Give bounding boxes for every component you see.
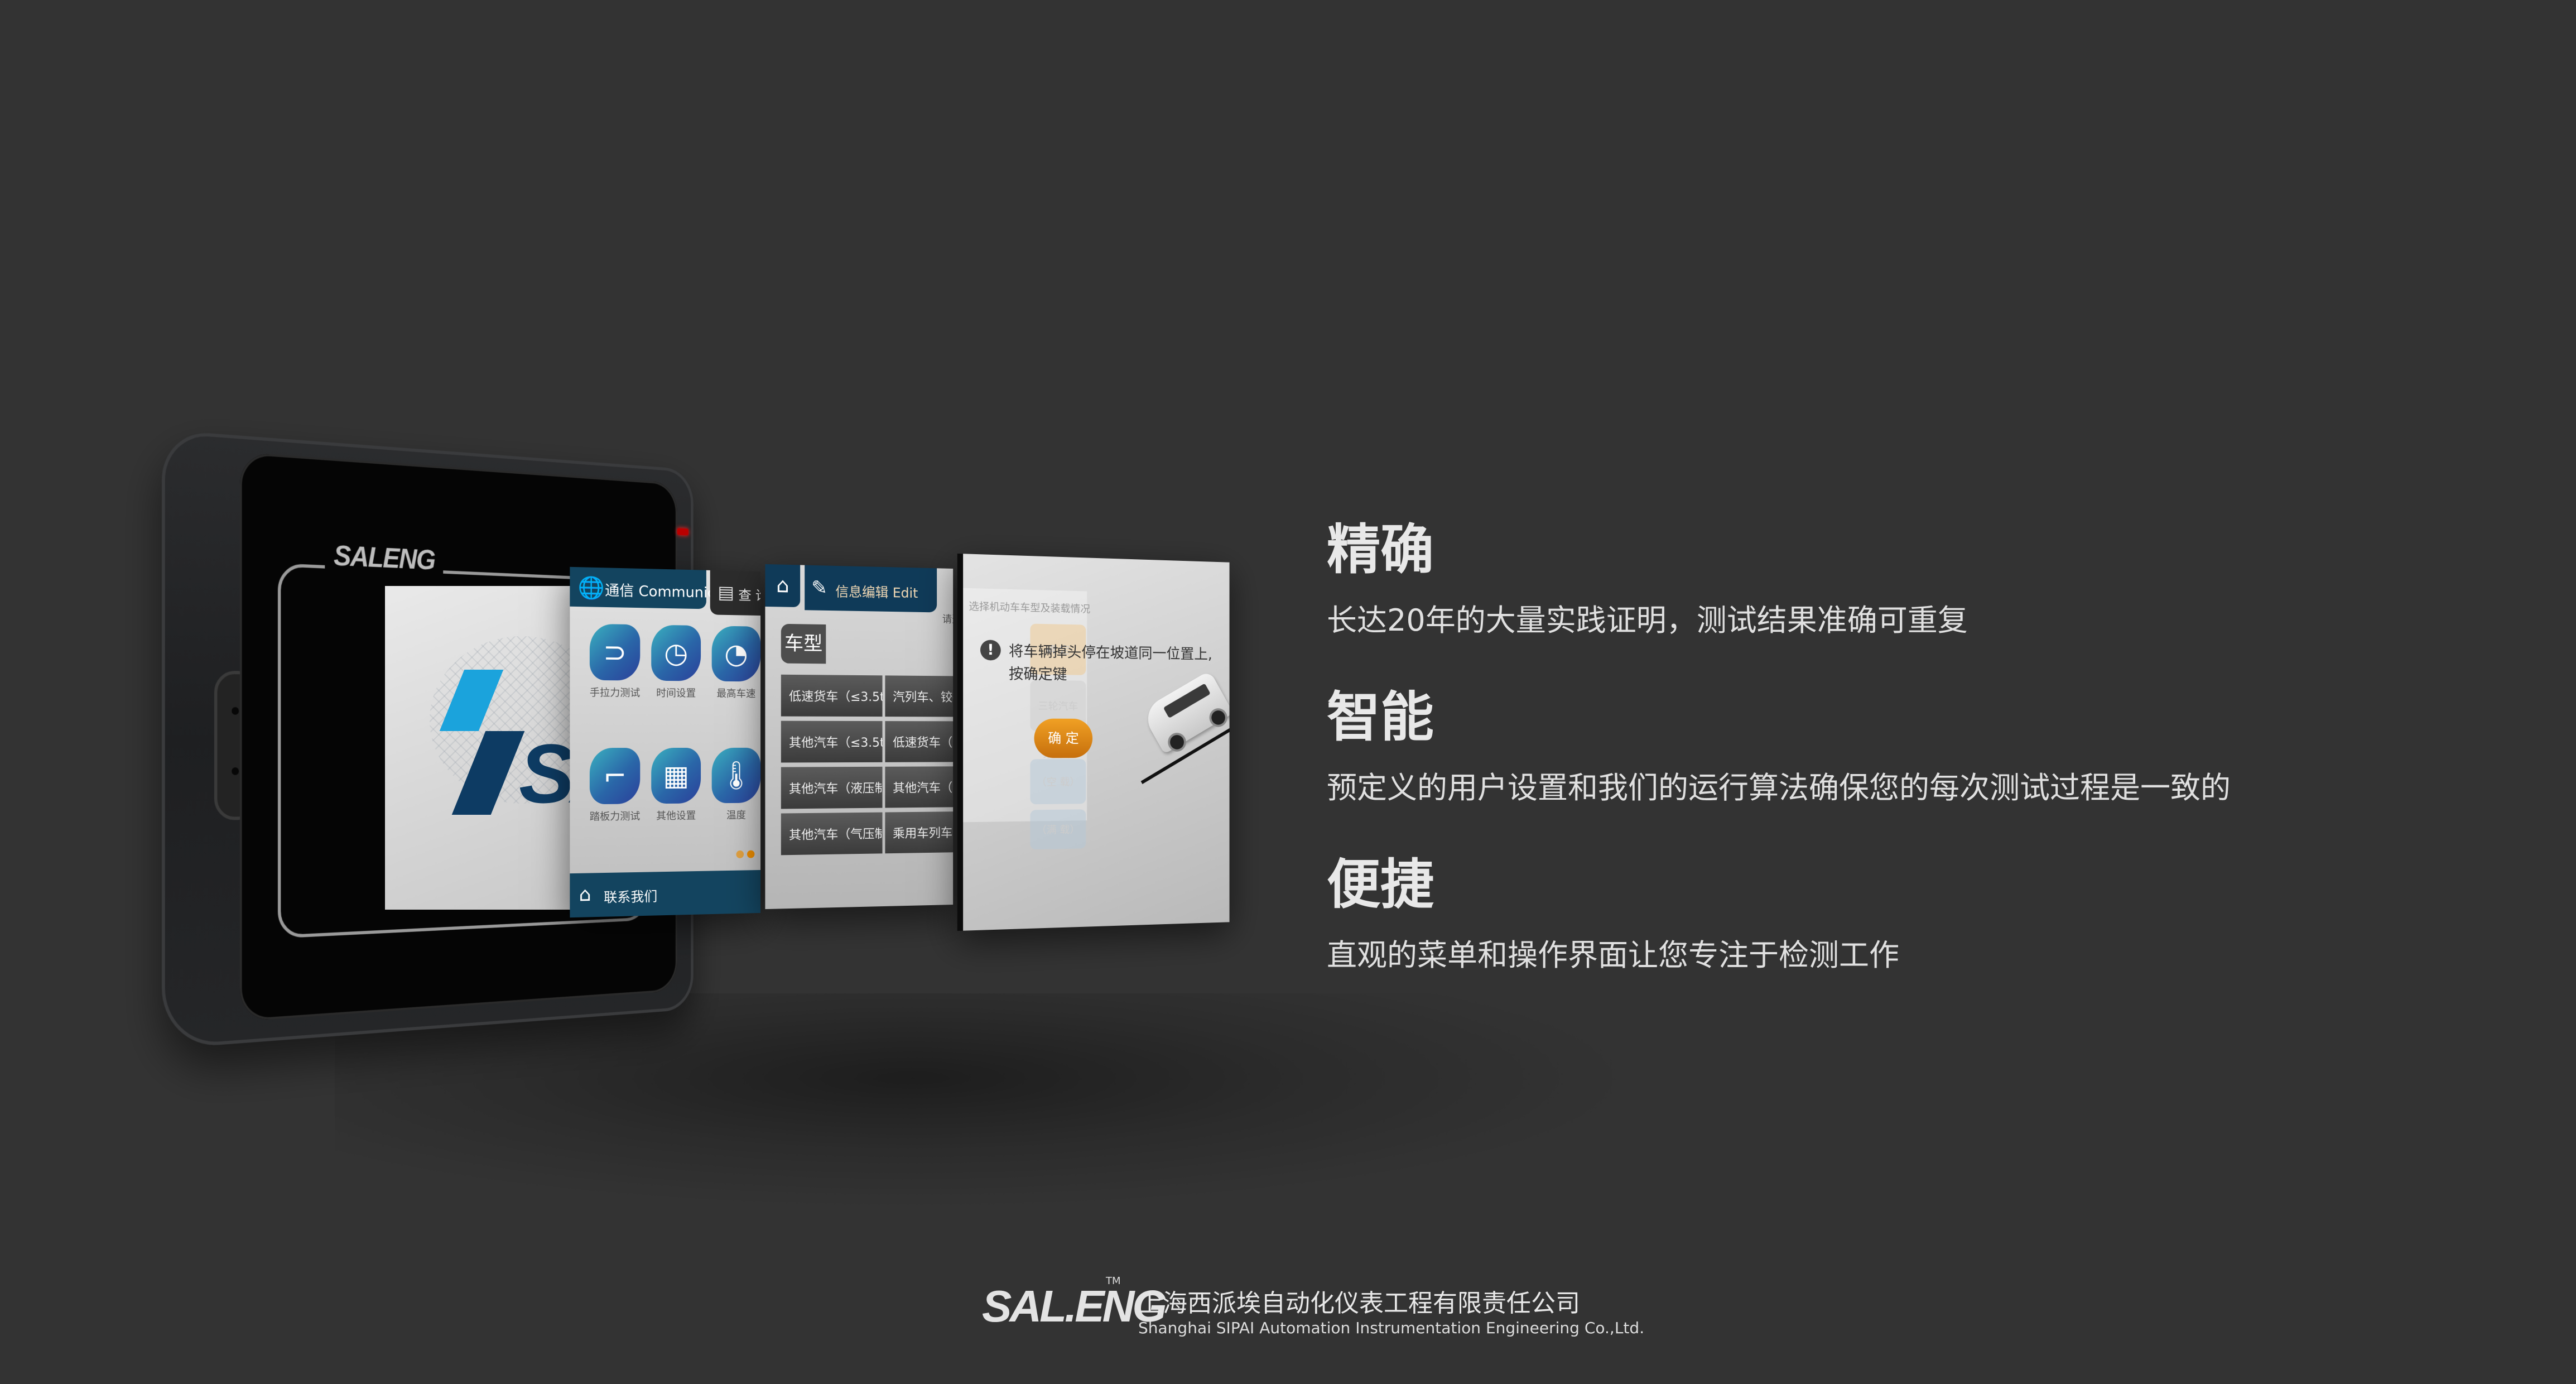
dialog-message-line1: 将车辆掉头停在坡道同一位置上, [1008, 643, 1212, 663]
page-indicator [736, 850, 758, 861]
pencil-icon: ✎ [811, 576, 827, 599]
saleng-logo: SAL.ENG [982, 1281, 1167, 1331]
page-dot-active[interactable] [747, 850, 755, 858]
tab-inquire-label: 查 询 [738, 587, 761, 604]
feature-list: 精确 长达20年的大量实践证明，测试结果准确可重复 智能 预定义的用户设置和我们… [1327, 519, 2231, 1021]
van-wheel [1206, 705, 1230, 731]
tab-inquire[interactable]: ▤ 查 询 [710, 570, 761, 616]
menu-tile[interactable]: ◔ 最高车速 [706, 626, 761, 700]
vehicle-type-label: 车型 [781, 623, 826, 664]
feature-description: 预定义的用户设置和我们的运行算法确保您的每次测试过程是一致的 [1327, 770, 2231, 805]
dialog-message: 将车辆掉头停在坡道同一位置上, 按确定键 [1009, 640, 1212, 688]
tab-communicate[interactable]: 🌐 通信 Communicate [570, 566, 738, 609]
vehicle-type-option[interactable]: 低速货车（≤3.5t） [781, 674, 883, 717]
feature-title: 便捷 [1327, 853, 1434, 916]
screw-hole [232, 767, 239, 775]
feature-precise: 精确 长达20年的大量实践证明，测试结果准确可重复 [1327, 519, 2231, 686]
contact-us-label: 联系我们 [604, 888, 658, 906]
feature-convenient: 便捷 直观的菜单和操作界面让您专注于检测工作 [1327, 854, 2231, 1021]
home-icon: ⌂ [776, 574, 789, 598]
screw-hole [232, 707, 239, 715]
pedal-icon: ⌐ [589, 748, 641, 805]
vehicle-type-option[interactable]: 乘用车列车 [885, 811, 954, 854]
feature-title: 智能 [1327, 685, 1434, 748]
menu-tile[interactable]: ⌐ 踏板力测试 [584, 748, 646, 824]
menu-tile[interactable]: ▦ 其他设置 [646, 747, 706, 823]
menu-tile-label: 手拉力测试 [589, 686, 641, 699]
ramp-dialog-panel: 选择机动车车型及装载情况 确 定三轮汽车乘用车（空 载）（满 载） ! 将车辆掉… [957, 553, 1230, 931]
vehicle-type-option[interactable]: 其他汽车（气压制动） [781, 812, 883, 856]
menu-tile-label: 其他设置 [656, 810, 696, 823]
ghost-prompt: 选择机动车车型及装载情况 [969, 600, 1091, 616]
feature-description: 长达20年的大量实践证明，测试结果准确可重复 [1327, 603, 1968, 638]
vehicle-prompt: 请选择机动车车型及装载情况 [942, 613, 954, 627]
trademark-mark: TM [1106, 1275, 1121, 1287]
speedometer-icon: ◔ [711, 626, 761, 682]
vehicle-type-option[interactable]: 汽列车、铰接车 [885, 675, 954, 717]
thermometer-icon: 🌡 [711, 747, 761, 804]
company-name-cn: 上海西派埃自动化仪表工程有限责任公司 [1138, 1289, 1580, 1318]
ghost-background-menu: 选择机动车车型及装载情况 确 定三轮汽车乘用车（空 载）（满 载） [963, 588, 1091, 850]
company-name-en: Shanghai SIPAI Automation Instrumentatio… [1138, 1319, 1645, 1337]
vehicle-type-option[interactable]: 低速货车（≤3.5t / 气压制动） [885, 721, 954, 762]
globe-computer-icon: 🌐 [577, 575, 605, 600]
van-window [1163, 683, 1211, 718]
vehicle-type-option[interactable]: 其他汽车（液压制动） [781, 766, 883, 809]
menu-tile-label: 温度 [726, 809, 746, 821]
menu-panel: 🌐 通信 Communicate ▤ 查 询 ⊃ 手拉力测试 ◷ 时间设置 ◔ 最高车速 ⌐… [570, 566, 761, 918]
home-icon: ⌂ [579, 883, 591, 906]
vehicle-type-option[interactable]: 其他汽车（≤3.5t / 气压制动） [885, 766, 954, 808]
tab-edit[interactable]: ✎ 信息编辑 Edit [805, 565, 937, 613]
dialog-message-line2: 按确定键 [1008, 665, 1067, 684]
notepad-icon: ▤ [718, 582, 734, 603]
exclamation-icon: ! [980, 640, 1001, 661]
splash-screen: SAL [385, 586, 597, 910]
menu-tile-label: 踏板力测试 [589, 810, 641, 823]
vehicle-type-panel: ⌂ ✎ 信息编辑 Edit 请选择机动车车型及装载情况 车型 低速货车（≤3.5… [765, 564, 954, 910]
grid-icon: ▦ [651, 747, 701, 804]
menu-tile[interactable]: 🌡 温度 [706, 747, 761, 822]
menu-tile-label: 时间设置 [656, 687, 696, 700]
menu-tile[interactable]: ◷ 时间设置 [646, 624, 706, 700]
feature-description: 直观的菜单和操作界面让您专注于检测工作 [1327, 938, 1899, 973]
menu-tile[interactable]: ⊃ 手拉力测试 [584, 623, 646, 700]
tab-edit-label: 信息编辑 Edit [835, 584, 918, 601]
handbrake-icon: ⊃ [589, 623, 641, 681]
clock-icon: ◷ [651, 624, 701, 681]
status-led [677, 528, 688, 536]
confirm-button[interactable]: 确 定 [1034, 718, 1093, 758]
page-dot[interactable] [736, 850, 744, 858]
bezel-logo: SALENG [325, 538, 444, 577]
vehicle-type-option[interactable]: 其他汽车（≤3.5t） [781, 720, 883, 763]
menu-tile-label: 最高车速 [716, 688, 756, 700]
feature-title: 精确 [1327, 518, 1434, 581]
van-wheel [1164, 729, 1190, 755]
ghost-option: （满 载） [1030, 809, 1086, 850]
contact-us-button[interactable]: ⌂ 联系我们 [570, 869, 761, 918]
home-button[interactable]: ⌂ [765, 564, 801, 608]
feature-smart: 智能 预定义的用户设置和我们的运行算法确保您的每次测试过程是一致的 [1327, 686, 2231, 854]
ghost-option: （空 载） [1030, 759, 1086, 805]
